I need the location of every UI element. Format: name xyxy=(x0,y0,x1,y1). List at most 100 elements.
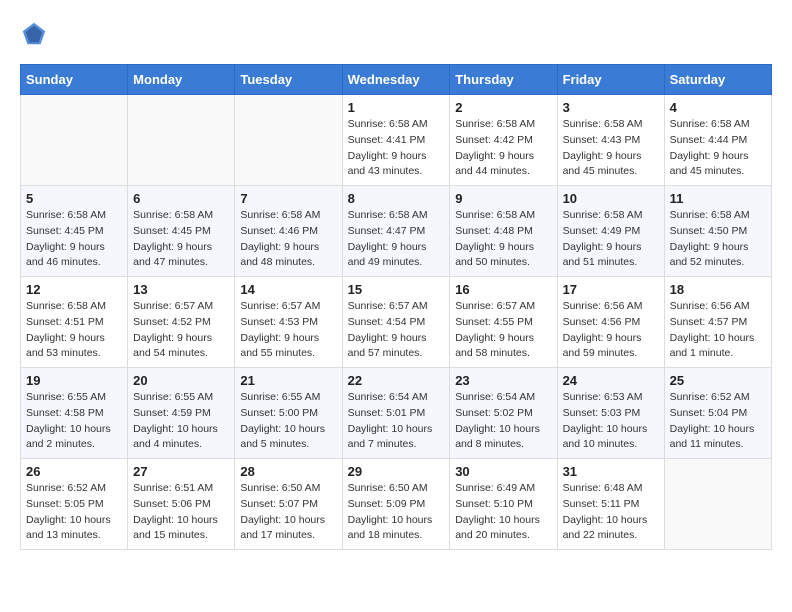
day-info: Sunrise: 6:58 AM Sunset: 4:51 PM Dayligh… xyxy=(26,299,122,362)
table-row: 7Sunrise: 6:58 AM Sunset: 4:46 PM Daylig… xyxy=(235,186,342,277)
day-number: 22 xyxy=(348,373,445,388)
day-info: Sunrise: 6:56 AM Sunset: 4:56 PM Dayligh… xyxy=(563,299,659,362)
day-info: Sunrise: 6:57 AM Sunset: 4:53 PM Dayligh… xyxy=(240,299,336,362)
day-number: 18 xyxy=(670,282,766,297)
day-number: 11 xyxy=(670,191,766,206)
calendar-header-row: SundayMondayTuesdayWednesdayThursdayFrid… xyxy=(21,65,772,95)
day-info: Sunrise: 6:58 AM Sunset: 4:41 PM Dayligh… xyxy=(348,117,445,180)
table-row: 13Sunrise: 6:57 AM Sunset: 4:52 PM Dayli… xyxy=(128,277,235,368)
day-info: Sunrise: 6:58 AM Sunset: 4:50 PM Dayligh… xyxy=(670,208,766,271)
day-info: Sunrise: 6:53 AM Sunset: 5:03 PM Dayligh… xyxy=(563,390,659,453)
day-info: Sunrise: 6:58 AM Sunset: 4:45 PM Dayligh… xyxy=(133,208,229,271)
day-number: 3 xyxy=(563,100,659,115)
table-row: 5 Sunrise: 6:58 AM Sunset: 4:45 PM Daylig… xyxy=(21,186,128,277)
day-number: 19 xyxy=(26,373,122,388)
day-number: 14 xyxy=(240,282,336,297)
day-number: 28 xyxy=(240,464,336,479)
calendar-header-thursday: Thursday xyxy=(450,65,557,95)
table-row: 30Sunrise: 6:49 AM Sunset: 5:10 PM Dayli… xyxy=(450,459,557,550)
day-info: Sunrise: 6:55 AM Sunset: 4:59 PM Dayligh… xyxy=(133,390,229,453)
table-row: 16 Sunrise: 6:57 AM Sunset: 4:55 PM Dayli… xyxy=(450,277,557,368)
table-row xyxy=(128,95,235,186)
table-row: 6Sunrise: 6:58 AM Sunset: 4:45 PM Daylig… xyxy=(128,186,235,277)
table-row: 4Sunrise: 6:58 AM Sunset: 4:44 PM Daylig… xyxy=(664,95,771,186)
table-row: 27 Sunrise: 6:51 AM Sunset: 5:06 PM Dayli… xyxy=(128,459,235,550)
calendar-week-row: 1 Sunrise: 6:58 AM Sunset: 4:41 PM Daylig… xyxy=(21,95,772,186)
day-number: 17 xyxy=(563,282,659,297)
day-info: Sunrise: 6:50 AM Sunset: 5:09 PM Dayligh… xyxy=(348,481,445,544)
calendar-week-row: 26 Sunrise: 6:52 AM Sunset: 5:05 PM Dayli… xyxy=(21,459,772,550)
table-row: 22 Sunrise: 6:54 AM Sunset: 5:01 PM Dayli… xyxy=(342,368,450,459)
table-row: 19 Sunrise: 6:55 AM Sunset: 4:58 PM Dayli… xyxy=(21,368,128,459)
day-info: Sunrise: 6:58 AM Sunset: 4:42 PM Dayligh… xyxy=(455,117,551,180)
calendar-header-monday: Monday xyxy=(128,65,235,95)
day-info: Sunrise: 6:57 AM Sunset: 4:55 PM Dayligh… xyxy=(455,299,551,362)
day-info: Sunrise: 6:48 AM Sunset: 5:11 PM Dayligh… xyxy=(563,481,659,544)
day-info: Sunrise: 6:57 AM Sunset: 4:52 PM Dayligh… xyxy=(133,299,229,362)
day-info: Sunrise: 6:58 AM Sunset: 4:45 PM Dayligh… xyxy=(26,208,122,271)
day-number: 24 xyxy=(563,373,659,388)
day-number: 12 xyxy=(26,282,122,297)
table-row: 15 Sunrise: 6:57 AM Sunset: 4:54 PM Dayli… xyxy=(342,277,450,368)
table-row: 21 Sunrise: 6:55 AM Sunset: 5:00 PM Dayli… xyxy=(235,368,342,459)
day-info: Sunrise: 6:49 AM Sunset: 5:10 PM Dayligh… xyxy=(455,481,551,544)
calendar-week-row: 12 Sunrise: 6:58 AM Sunset: 4:51 PM Dayli… xyxy=(21,277,772,368)
table-row: 23Sunrise: 6:54 AM Sunset: 5:02 PM Dayli… xyxy=(450,368,557,459)
table-row: 17 Sunrise: 6:56 AM Sunset: 4:56 PM Dayli… xyxy=(557,277,664,368)
day-number: 5 xyxy=(26,191,122,206)
calendar-header-friday: Friday xyxy=(557,65,664,95)
day-number: 9 xyxy=(455,191,551,206)
table-row: 20 Sunrise: 6:55 AM Sunset: 4:59 PM Dayli… xyxy=(128,368,235,459)
table-row xyxy=(664,459,771,550)
day-info: Sunrise: 6:57 AM Sunset: 4:54 PM Dayligh… xyxy=(348,299,445,362)
table-row xyxy=(21,95,128,186)
day-number: 21 xyxy=(240,373,336,388)
day-info: Sunrise: 6:58 AM Sunset: 4:43 PM Dayligh… xyxy=(563,117,659,180)
day-info: Sunrise: 6:54 AM Sunset: 5:01 PM Dayligh… xyxy=(348,390,445,453)
table-row: 11 Sunrise: 6:58 AM Sunset: 4:50 PM Dayli… xyxy=(664,186,771,277)
day-number: 31 xyxy=(563,464,659,479)
day-info: Sunrise: 6:51 AM Sunset: 5:06 PM Dayligh… xyxy=(133,481,229,544)
logo xyxy=(20,20,52,48)
day-info: Sunrise: 6:58 AM Sunset: 4:46 PM Dayligh… xyxy=(240,208,336,271)
day-info: Sunrise: 6:52 AM Sunset: 5:04 PM Dayligh… xyxy=(670,390,766,453)
calendar-week-row: 19 Sunrise: 6:55 AM Sunset: 4:58 PM Dayli… xyxy=(21,368,772,459)
day-number: 29 xyxy=(348,464,445,479)
table-row: 18 Sunrise: 6:56 AM Sunset: 4:57 PM Dayli… xyxy=(664,277,771,368)
table-row: 25 Sunrise: 6:52 AM Sunset: 5:04 PM Dayli… xyxy=(664,368,771,459)
table-row: 1 Sunrise: 6:58 AM Sunset: 4:41 PM Daylig… xyxy=(342,95,450,186)
table-row: 31 Sunrise: 6:48 AM Sunset: 5:11 PM Dayli… xyxy=(557,459,664,550)
day-info: Sunrise: 6:58 AM Sunset: 4:48 PM Dayligh… xyxy=(455,208,551,271)
table-row xyxy=(235,95,342,186)
calendar-week-row: 5 Sunrise: 6:58 AM Sunset: 4:45 PM Daylig… xyxy=(21,186,772,277)
calendar-header-wednesday: Wednesday xyxy=(342,65,450,95)
day-number: 8 xyxy=(348,191,445,206)
day-number: 10 xyxy=(563,191,659,206)
calendar-header-saturday: Saturday xyxy=(664,65,771,95)
day-info: Sunrise: 6:55 AM Sunset: 4:58 PM Dayligh… xyxy=(26,390,122,453)
day-info: Sunrise: 6:58 AM Sunset: 4:47 PM Dayligh… xyxy=(348,208,445,271)
table-row: 3 Sunrise: 6:58 AM Sunset: 4:43 PM Daylig… xyxy=(557,95,664,186)
table-row: 2Sunrise: 6:58 AM Sunset: 4:42 PM Daylig… xyxy=(450,95,557,186)
day-info: Sunrise: 6:54 AM Sunset: 5:02 PM Dayligh… xyxy=(455,390,551,453)
table-row: 24 Sunrise: 6:53 AM Sunset: 5:03 PM Dayli… xyxy=(557,368,664,459)
logo-icon xyxy=(20,20,48,48)
day-info: Sunrise: 6:58 AM Sunset: 4:49 PM Dayligh… xyxy=(563,208,659,271)
day-info: Sunrise: 6:52 AM Sunset: 5:05 PM Dayligh… xyxy=(26,481,122,544)
day-number: 20 xyxy=(133,373,229,388)
day-number: 16 xyxy=(455,282,551,297)
table-row: 29 Sunrise: 6:50 AM Sunset: 5:09 PM Dayli… xyxy=(342,459,450,550)
day-info: Sunrise: 6:50 AM Sunset: 5:07 PM Dayligh… xyxy=(240,481,336,544)
day-number: 27 xyxy=(133,464,229,479)
calendar-header-tuesday: Tuesday xyxy=(235,65,342,95)
calendar-table: SundayMondayTuesdayWednesdayThursdayFrid… xyxy=(20,64,772,550)
day-number: 15 xyxy=(348,282,445,297)
day-info: Sunrise: 6:55 AM Sunset: 5:00 PM Dayligh… xyxy=(240,390,336,453)
day-number: 26 xyxy=(26,464,122,479)
day-number: 1 xyxy=(348,100,445,115)
day-info: Sunrise: 6:56 AM Sunset: 4:57 PM Dayligh… xyxy=(670,299,766,362)
page-header xyxy=(20,20,772,48)
calendar-header-sunday: Sunday xyxy=(21,65,128,95)
table-row: 12 Sunrise: 6:58 AM Sunset: 4:51 PM Dayli… xyxy=(21,277,128,368)
day-number: 25 xyxy=(670,373,766,388)
